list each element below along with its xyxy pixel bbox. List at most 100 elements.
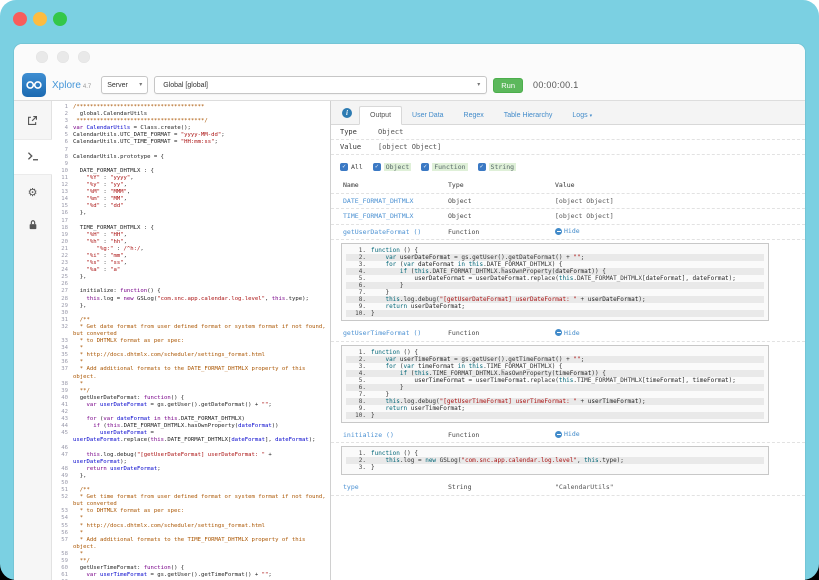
table-row: initialize ()FunctionHide — [331, 428, 805, 444]
source-line: 3.} — [346, 464, 764, 471]
editor-line: 56 * — [52, 530, 330, 537]
server-select[interactable]: Server ▾ — [101, 76, 148, 94]
tab-user-data[interactable]: User Data — [402, 107, 454, 124]
property-name-link[interactable]: initialize () — [331, 431, 448, 439]
line-number: 25 — [52, 274, 73, 281]
line-number: 30 — [52, 310, 73, 317]
source-line-number: 1. — [346, 247, 371, 254]
name-column-header: Name — [331, 181, 448, 189]
filter-object[interactable]: ✓Object — [373, 163, 411, 171]
hide-toggle-link[interactable]: Hide — [555, 430, 580, 438]
settings-gear-icon: ⚙ — [28, 183, 38, 201]
property-name-link[interactable]: getUserDateFormat () — [331, 228, 448, 236]
sidebar-item-lock[interactable] — [14, 209, 51, 243]
checkbox-all[interactable]: ✓ — [340, 163, 348, 171]
source-line-number: 4. — [346, 370, 371, 377]
info-icon[interactable]: i — [342, 108, 352, 118]
scope-select[interactable]: Global [global] ▾ — [154, 76, 487, 94]
line-number: 33 — [52, 338, 73, 345]
lock-icon — [28, 217, 38, 235]
tab-logs[interactable]: Logs▾ — [562, 107, 602, 124]
line-number: 38 — [52, 381, 73, 388]
editor-line: 15 "%d" : "dd" — [52, 203, 330, 210]
zoom-window-button[interactable] — [53, 12, 67, 26]
source-line: 3. for (var dateFormat in this.DATE_FORM… — [346, 261, 764, 268]
line-number: 5 — [52, 132, 73, 139]
source-line: 9. return userTimeFormat; — [346, 405, 764, 412]
editor-line: 51 /** — [52, 487, 330, 494]
editor-line: 17 — [52, 218, 330, 225]
output-panel: i OutputUser DataRegexTable HierarchyLogs… — [330, 101, 805, 580]
property-value: "CalendarUtils" — [555, 483, 805, 491]
output-tabs: i OutputUser DataRegexTable HierarchyLogs… — [331, 101, 805, 125]
filter-string[interactable]: ✓String — [478, 163, 516, 171]
editor-line: 6CalendarUtils.UTC_TIME_FORMAT = "HH:mm:… — [52, 139, 330, 146]
editor-line: 5CalendarUtils.UTC_DATE_FORMAT = "yyyy-M… — [52, 132, 330, 139]
source-line-number: 3. — [346, 363, 371, 370]
editor-line: 55 * http://docs.dhtmlx.com/scheduler/se… — [52, 523, 330, 530]
line-number: 22 — [52, 253, 73, 260]
editor-line: 16 }, — [52, 210, 330, 217]
sidebar: ⚙ — [14, 101, 52, 580]
table-row: getUserTimeFormat ()FunctionHide — [331, 326, 805, 342]
scope-select-value: Global [global] — [163, 82, 208, 89]
checkbox-string[interactable]: ✓ — [478, 163, 486, 171]
line-number: 8 — [52, 154, 73, 161]
close-window-button[interactable] — [13, 12, 27, 26]
result-type-row: Type Object — [331, 125, 805, 140]
filter-label: String — [489, 163, 516, 171]
result-value-label: Value — [340, 143, 378, 151]
editor-line: 57 * Add additional formats to the TIME_… — [52, 537, 330, 551]
filter-all[interactable]: ✓All — [340, 163, 363, 171]
source-line: 6. } — [346, 282, 764, 289]
line-number: 49 — [52, 473, 73, 480]
filter-label: Object — [384, 163, 411, 171]
line-number: 34 — [52, 345, 73, 352]
line-number: 15 — [52, 203, 73, 210]
sidebar-item-settings-gear[interactable]: ⚙ — [14, 175, 51, 209]
tab-regex[interactable]: Regex — [454, 107, 494, 124]
browser-frame: Xplore4.7 Server ▾ Global [global] ▾ Run… — [0, 0, 819, 580]
editor-line: 12 "%y" : "yy", — [52, 182, 330, 189]
property-type: Function — [448, 431, 555, 439]
editor-line: 59 **/ — [52, 558, 330, 565]
property-name-link[interactable]: DATE_FORMAT_DHTMLX — [331, 197, 448, 205]
property-name-link[interactable]: TIME_FORMAT_DHTMLX — [331, 212, 448, 220]
filter-function[interactable]: ✓Function — [421, 163, 467, 171]
line-number: 27 — [52, 288, 73, 295]
property-rows: DATE_FORMAT_DHTMLXObject[object Object]T… — [331, 194, 805, 496]
line-number: 9 — [52, 161, 73, 168]
editor-line: 13 "%M" : "MMM", — [52, 189, 330, 196]
source-line-number: 2. — [346, 356, 371, 363]
source-line-number: 2. — [346, 457, 371, 464]
result-value-row: Value [object Object] — [331, 140, 805, 155]
editor-line: 1/************************************** — [52, 104, 330, 111]
editor-line: 49 }, — [52, 473, 330, 480]
sidebar-item-open-new-window[interactable] — [14, 105, 51, 139]
line-number: 54 — [52, 515, 73, 522]
checkbox-function[interactable]: ✓ — [421, 163, 429, 171]
editor-line: 27 initialize: function() { — [52, 288, 330, 295]
property-name-link[interactable]: type — [331, 483, 448, 491]
property-name-link[interactable]: getUserTimeFormat () — [331, 329, 448, 337]
hide-toggle-link[interactable]: Hide — [555, 227, 580, 235]
source-line-number: 7. — [346, 391, 371, 398]
screenshot-root: Xplore4.7 Server ▾ Global [global] ▾ Run… — [0, 0, 819, 580]
hide-toggle-link[interactable]: Hide — [555, 329, 580, 337]
editor-line: 8CalendarUtils.prototype = { — [52, 154, 330, 161]
sidebar-item-console[interactable] — [14, 139, 52, 175]
source-line: 2. this.log = new GSLog("com.snc.app.cal… — [346, 457, 764, 464]
hide-label: Hide — [564, 329, 580, 337]
editor-line: 22 "%i" : "mm", — [52, 253, 330, 260]
source-line-number: 2. — [346, 254, 371, 261]
tab-table-hierarchy[interactable]: Table Hierarchy — [494, 107, 563, 124]
checkbox-object[interactable]: ✓ — [373, 163, 381, 171]
result-type-value: Object — [378, 128, 403, 136]
code-editor[interactable]: 1/**************************************… — [52, 101, 330, 580]
tab-output[interactable]: Output — [359, 106, 402, 125]
minimize-window-button[interactable] — [33, 12, 47, 26]
line-number: 40 — [52, 395, 73, 402]
run-button[interactable]: Run — [493, 78, 523, 93]
source-line-number: 1. — [346, 349, 371, 356]
line-number: 41 — [52, 402, 73, 409]
